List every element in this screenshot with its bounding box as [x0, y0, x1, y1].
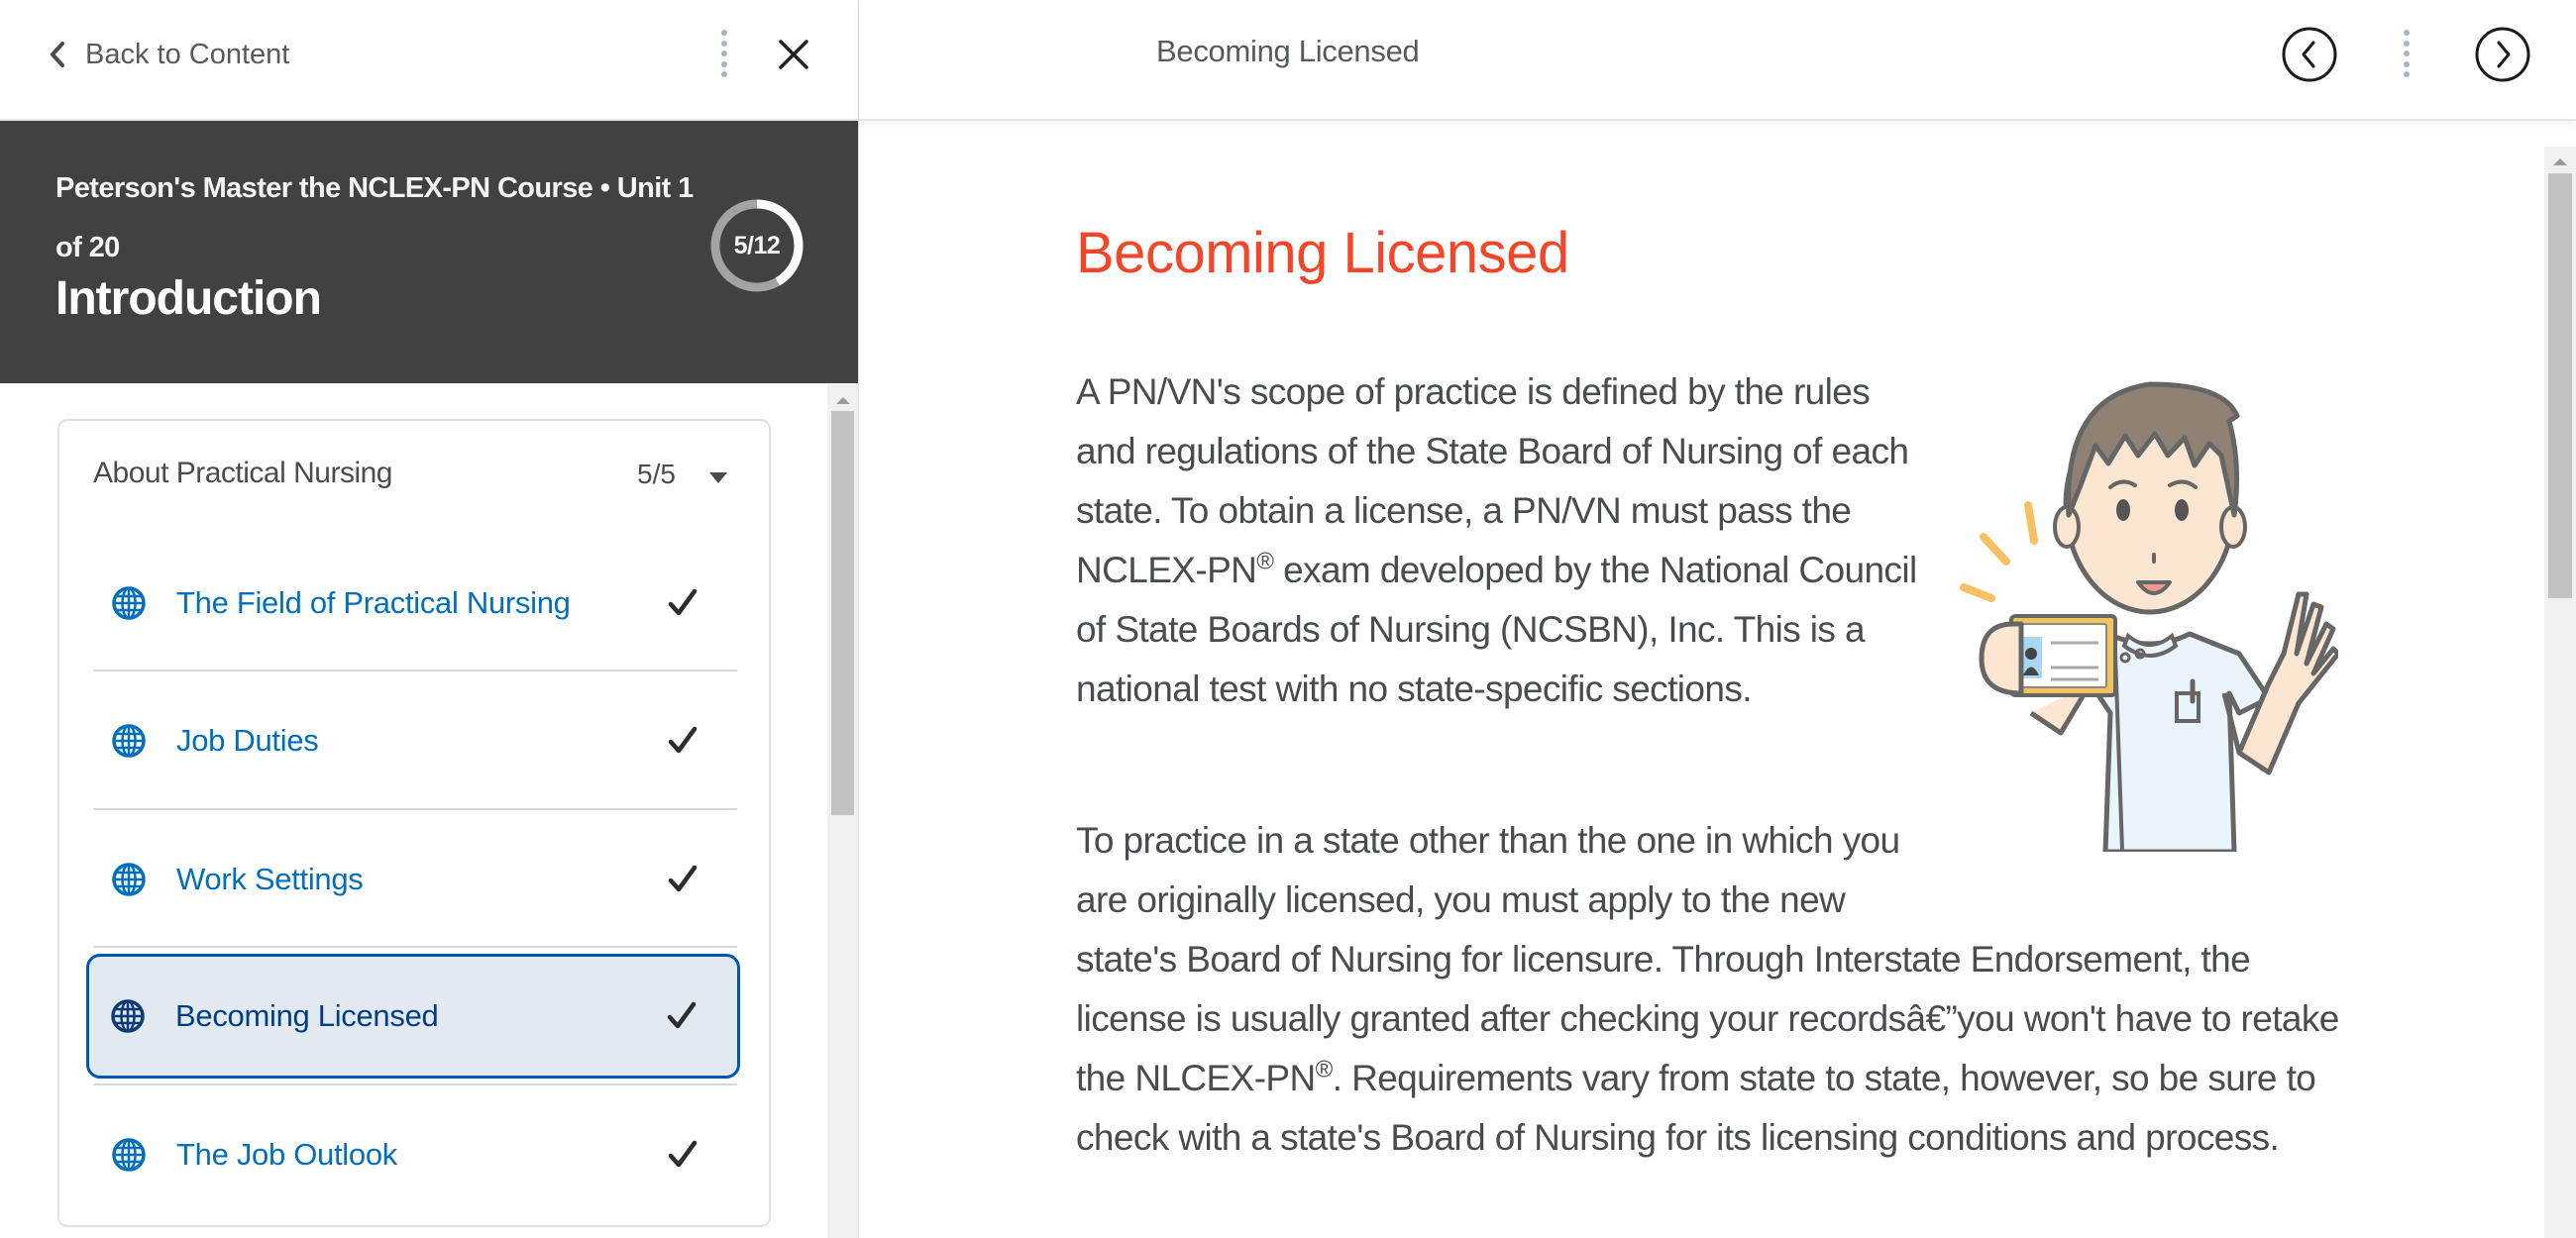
caret-down-icon[interactable]	[709, 472, 727, 483]
checkmark-icon	[666, 1138, 699, 1172]
sidebar-topbar: Back to Content	[0, 0, 858, 121]
module-title: About Practical Nursing	[93, 457, 392, 489]
content-title: Becoming Licensed	[1076, 221, 1569, 285]
module-item-label: The Job Outlook	[176, 1137, 397, 1172]
module-item-label: Job Duties	[176, 723, 319, 758]
divider	[93, 946, 737, 948]
registered-mark: ®	[1315, 1056, 1334, 1083]
globe-icon	[110, 998, 146, 1034]
close-icon[interactable]	[769, 30, 818, 79]
module-item-becoming-licensed[interactable]: Becoming Licensed	[86, 954, 740, 1079]
vertical-divider-dots	[721, 30, 727, 77]
divider	[93, 1083, 737, 1085]
paragraph-text: To practice in a state other than the on…	[1076, 820, 2339, 1098]
course-breadcrumb: Peterson's Master the NCLEX-PN Course • …	[55, 172, 694, 263]
sidebar-scrollbar-thumb[interactable]	[831, 411, 854, 815]
next-topic-button[interactable]	[2474, 26, 2531, 83]
sidebar: Back to Content Peterson's Master the NC…	[0, 0, 859, 1238]
globe-icon	[111, 1137, 147, 1173]
sparkle-lines	[1960, 501, 2038, 602]
nurse-license-illustration	[1960, 381, 2338, 852]
sidebar-scrollbar[interactable]	[827, 384, 858, 1238]
previous-topic-button[interactable]	[2281, 26, 2338, 83]
checkmark-icon	[666, 863, 699, 896]
module-item-job-duties[interactable]: Job Duties	[87, 679, 741, 802]
topbar-title: Becoming Licensed	[1156, 34, 1420, 68]
checkmark-icon	[666, 724, 699, 758]
checkmark-icon	[666, 586, 699, 620]
content-topbar: Becoming Licensed	[859, 0, 2576, 121]
progress-label: 5/12	[733, 231, 781, 259]
content-paragraph: To practice in a state other than the on…	[1076, 811, 2344, 1168]
module-item-the-job-outlook[interactable]: The Job Outlook	[87, 1093, 741, 1216]
module-completion-count: 5/5	[637, 459, 676, 489]
scroll-up-arrow-icon[interactable]	[836, 397, 850, 404]
globe-icon	[111, 585, 147, 621]
module-card: About Practical Nursing 5/5 The Field of…	[57, 419, 771, 1227]
module-item-the-field-of-practical-nursing[interactable]: The Field of Practical Nursing	[87, 542, 741, 665]
divider	[93, 808, 737, 810]
content-paragraph: A PN/VN's scope of practice is defined b…	[1076, 362, 1918, 719]
content-scrollbar[interactable]	[2544, 147, 2576, 1238]
module-item-label: Becoming Licensed	[175, 998, 439, 1033]
checkmark-icon	[665, 999, 698, 1033]
unit-header: Peterson's Master the NCLEX-PN Course • …	[0, 121, 858, 383]
globe-icon	[111, 723, 147, 759]
registered-mark: ®	[1256, 548, 1274, 575]
back-to-content-link[interactable]: Back to Content	[44, 30, 289, 79]
module-item-label: The Field of Practical Nursing	[176, 585, 571, 620]
globe-icon	[111, 862, 147, 897]
scroll-up-arrow-icon[interactable]	[2553, 158, 2567, 165]
chevron-left-icon	[51, 42, 64, 67]
module-item-label: Work Settings	[176, 862, 364, 896]
back-to-content-label: Back to Content	[85, 38, 290, 70]
module-item-work-settings[interactable]: Work Settings	[87, 818, 741, 941]
divider	[93, 670, 737, 671]
unit-title: Introduction	[55, 272, 322, 325]
vertical-divider-dots	[2404, 30, 2410, 77]
content-scrollbar-thumb[interactable]	[2548, 173, 2572, 598]
